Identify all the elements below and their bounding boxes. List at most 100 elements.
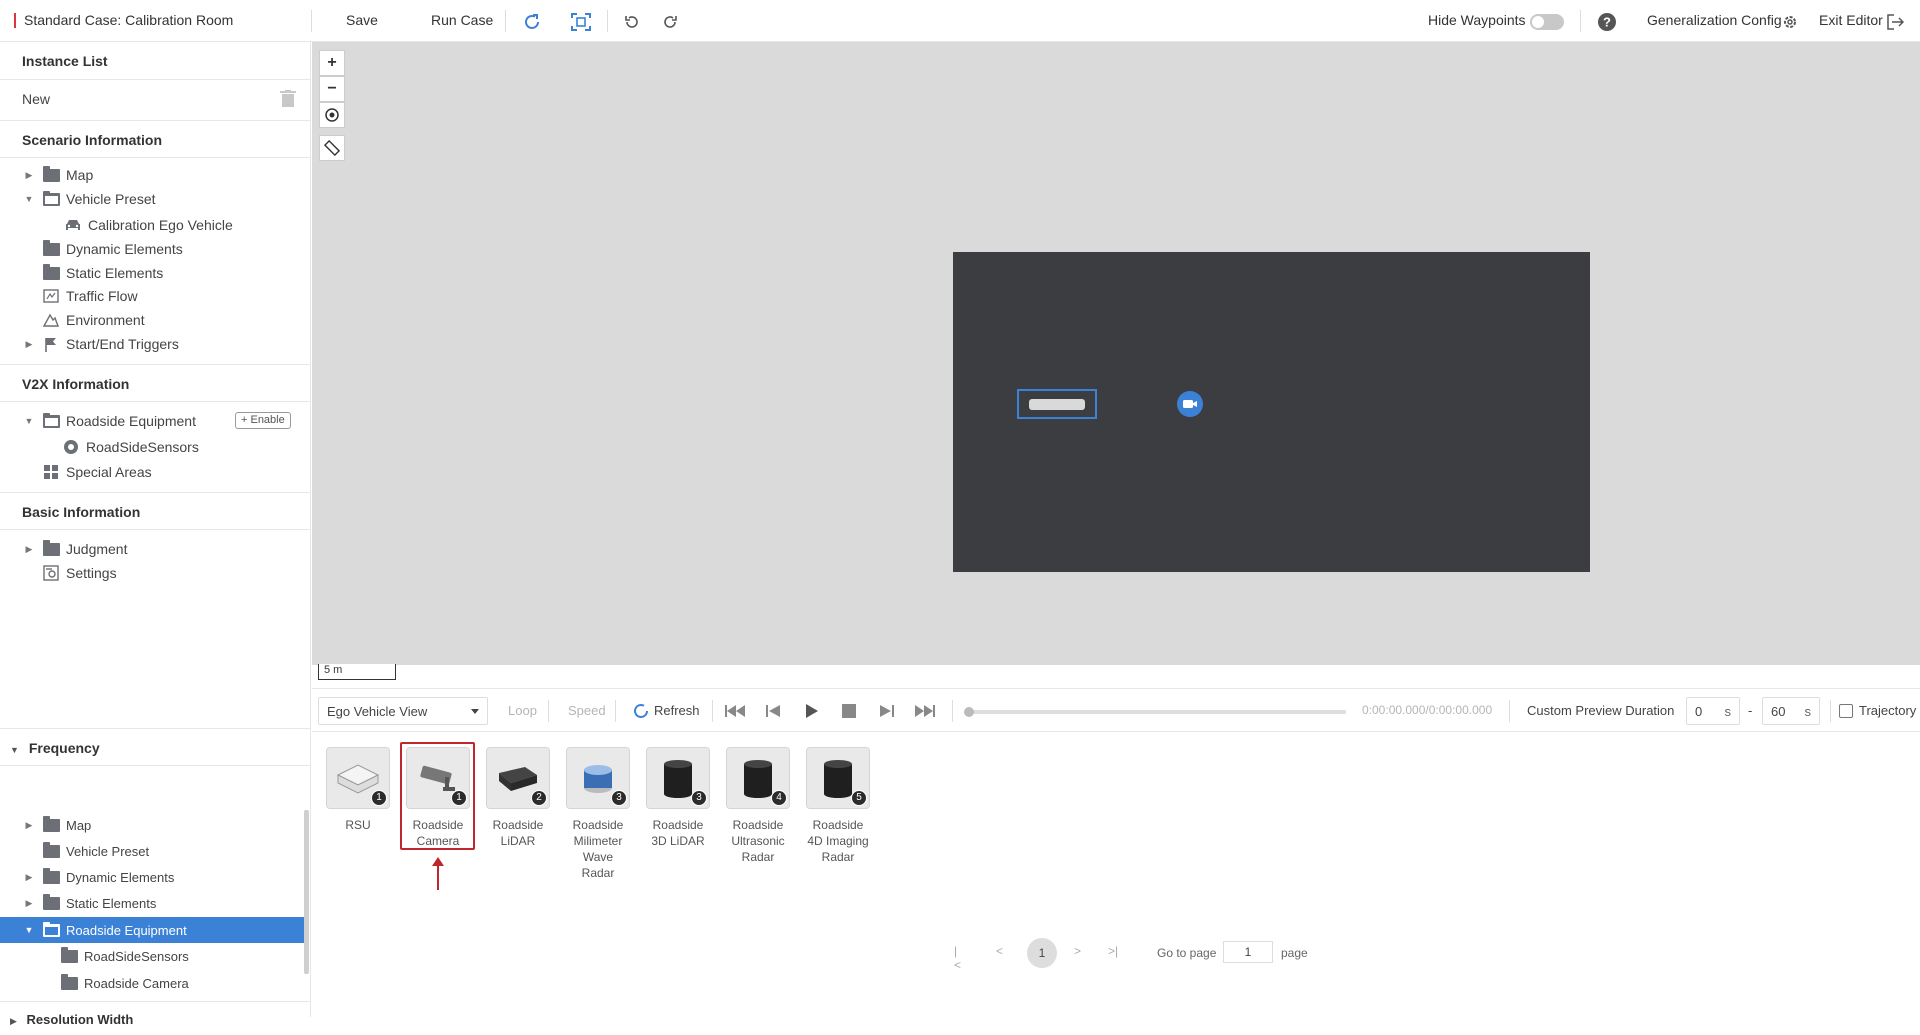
prev-page-icon[interactable]: < bbox=[996, 944, 1003, 958]
freq-item-vehicle-preset[interactable]: Vehicle Preset bbox=[42, 838, 149, 864]
freq-item-roadside-camera[interactable]: Roadside Camera bbox=[60, 970, 189, 996]
v2x-information-heading: V2X Information bbox=[0, 364, 311, 402]
map-canvas[interactable]: + − bbox=[312, 42, 1920, 665]
tree-item-judgment[interactable]: ▶ Judgment bbox=[22, 536, 127, 562]
tree-item-roadside-sensors[interactable]: RoadSideSensors bbox=[62, 434, 199, 460]
trajectory-checkbox[interactable] bbox=[1839, 704, 1853, 718]
device-roadside-camera[interactable]: 1 Roadside Camera bbox=[406, 747, 470, 849]
device-rsu[interactable]: 1 RSU bbox=[326, 747, 390, 833]
trash-icon[interactable] bbox=[280, 90, 296, 111]
gear-icon[interactable] bbox=[1780, 12, 1800, 32]
device-label: Roadside Milimeter Wave Radar bbox=[572, 818, 624, 880]
run-case-button[interactable]: Run Case bbox=[431, 12, 493, 28]
zoom-in-button[interactable]: + bbox=[319, 50, 345, 76]
freq-item-static-elements[interactable]: ▶ Static Elements bbox=[22, 890, 156, 916]
count-badge: 2 bbox=[531, 790, 547, 806]
instance-new-item[interactable]: New bbox=[22, 86, 292, 112]
caret-right-icon[interactable]: ▶ bbox=[22, 542, 36, 556]
frequency-scrollbar[interactable] bbox=[304, 810, 309, 974]
folder-icon bbox=[60, 946, 78, 964]
caret-right-icon[interactable]: ▶ bbox=[22, 168, 36, 182]
caret-down-icon[interactable]: ▼ bbox=[22, 414, 36, 428]
ego-vehicle[interactable] bbox=[1017, 389, 1097, 419]
undo-icon[interactable] bbox=[622, 12, 642, 32]
tree-item-vehicle-preset[interactable]: ▼ Vehicle Preset bbox=[22, 186, 156, 212]
generalization-config-button[interactable]: Generalization Config bbox=[1647, 12, 1782, 28]
skip-to-end-icon[interactable] bbox=[914, 703, 936, 719]
view-select[interactable]: Ego Vehicle View bbox=[318, 697, 488, 725]
tree-item-roadside-equipment[interactable]: ▼ Roadside Equipment bbox=[22, 408, 196, 434]
device-roadside-mmwave-radar[interactable]: 3 Roadside Milimeter Wave Radar bbox=[566, 747, 630, 881]
skip-to-start-icon[interactable] bbox=[724, 703, 746, 719]
folder-icon bbox=[42, 815, 60, 833]
fit-view-icon[interactable] bbox=[571, 12, 591, 32]
tree-label: Special Areas bbox=[66, 464, 152, 480]
tree-item-calibration-ego-vehicle[interactable]: Calibration Ego Vehicle bbox=[64, 212, 233, 238]
redo-icon[interactable] bbox=[660, 12, 680, 32]
speed-button[interactable]: Speed bbox=[568, 703, 606, 718]
last-page-icon[interactable]: >| bbox=[1108, 944, 1118, 958]
caret-right-icon[interactable]: ▶ bbox=[22, 337, 36, 351]
roadside-camera-marker[interactable] bbox=[1177, 391, 1203, 417]
tree-item-settings[interactable]: Settings bbox=[42, 560, 117, 586]
tree-label: Roadside Equipment bbox=[66, 922, 187, 938]
calibration-room-area[interactable] bbox=[953, 252, 1590, 572]
zoom-out-button[interactable]: − bbox=[319, 76, 345, 102]
tree-item-dynamic-elements[interactable]: Dynamic Elements bbox=[42, 236, 183, 262]
current-page-button[interactable]: 1 bbox=[1027, 938, 1057, 968]
tree-label: Static Elements bbox=[66, 265, 164, 281]
goto-page-input[interactable]: 1 bbox=[1223, 941, 1273, 963]
resolution-width-header[interactable]: ▶ Resolution Width bbox=[0, 1001, 311, 1035]
tree-item-map[interactable]: ▶ Map bbox=[22, 162, 93, 188]
freq-item-dynamic-elements[interactable]: ▶ Dynamic Elements bbox=[22, 864, 174, 890]
exit-editor-button[interactable]: Exit Editor bbox=[1819, 12, 1883, 28]
loop-button[interactable]: Loop bbox=[508, 703, 537, 718]
caret-down-icon[interactable]: ▼ bbox=[10, 745, 19, 755]
first-page-icon[interactable]: |< bbox=[954, 944, 961, 972]
reload-icon[interactable] bbox=[522, 12, 542, 32]
save-button[interactable]: Save bbox=[346, 12, 378, 28]
device-roadside-ultrasonic-radar[interactable]: 4 Roadside Ultrasonic Radar bbox=[726, 747, 790, 865]
caret-down-icon[interactable]: ▼ bbox=[22, 192, 36, 206]
tree-item-traffic-flow[interactable]: Traffic Flow bbox=[42, 283, 138, 309]
divider bbox=[505, 10, 506, 32]
flag-icon bbox=[42, 336, 60, 352]
freq-item-roadside-sensors[interactable]: RoadSideSensors bbox=[60, 943, 189, 969]
tree-item-start-end-triggers[interactable]: ▶ Start/End Triggers bbox=[22, 331, 179, 357]
preview-start-input[interactable]: 0 s bbox=[1686, 697, 1740, 725]
hide-waypoints-toggle[interactable] bbox=[1530, 14, 1564, 30]
caret-right-icon[interactable]: ▶ bbox=[10, 1016, 17, 1026]
caret-right-icon[interactable]: ▶ bbox=[22, 870, 36, 884]
enable-button[interactable]: + Enable bbox=[235, 412, 291, 429]
car-icon bbox=[64, 217, 82, 233]
ultrasonic-thumbnail: 4 bbox=[726, 747, 790, 809]
folder-open-icon bbox=[42, 190, 60, 207]
freq-item-map[interactable]: ▶ Map bbox=[22, 812, 91, 838]
preview-start-value: 0 bbox=[1695, 704, 1703, 719]
device-roadside-4d-imaging-radar[interactable]: 5 Roadside 4D Imaging Radar bbox=[806, 747, 870, 865]
tree-item-environment[interactable]: Environment bbox=[42, 307, 145, 333]
step-forward-icon[interactable] bbox=[876, 703, 898, 719]
playback-progress-slider[interactable] bbox=[964, 707, 1346, 717]
frequency-header[interactable]: ▼ Frequency bbox=[0, 728, 311, 766]
recenter-icon[interactable] bbox=[319, 102, 345, 128]
refresh-button[interactable]: Refresh bbox=[654, 703, 700, 718]
ruler-icon[interactable] bbox=[319, 135, 345, 161]
caret-right-icon[interactable]: ▶ bbox=[22, 896, 36, 910]
step-back-icon[interactable] bbox=[762, 703, 784, 719]
caret-right-icon[interactable]: ▶ bbox=[22, 818, 36, 832]
caret-down-icon[interactable]: ▼ bbox=[22, 923, 36, 937]
freq-item-roadside-equipment[interactable]: ▼ Roadside Equipment bbox=[0, 917, 304, 943]
device-roadside-3d-lidar[interactable]: 3 Roadside 3D LiDAR bbox=[646, 747, 710, 849]
play-icon[interactable] bbox=[800, 703, 822, 719]
count-badge: 5 bbox=[851, 790, 867, 806]
tree-item-special-areas[interactable]: Special Areas bbox=[42, 459, 152, 485]
device-roadside-lidar[interactable]: 2 Roadside LiDAR bbox=[486, 747, 550, 849]
progress-handle[interactable] bbox=[964, 707, 974, 717]
refresh-icon[interactable] bbox=[632, 702, 650, 723]
preview-end-input[interactable]: 60 s bbox=[1762, 697, 1820, 725]
help-icon[interactable]: ? bbox=[1597, 12, 1617, 32]
stop-icon[interactable] bbox=[838, 703, 860, 719]
next-page-icon[interactable]: > bbox=[1074, 944, 1081, 958]
exit-icon[interactable] bbox=[1885, 12, 1905, 32]
